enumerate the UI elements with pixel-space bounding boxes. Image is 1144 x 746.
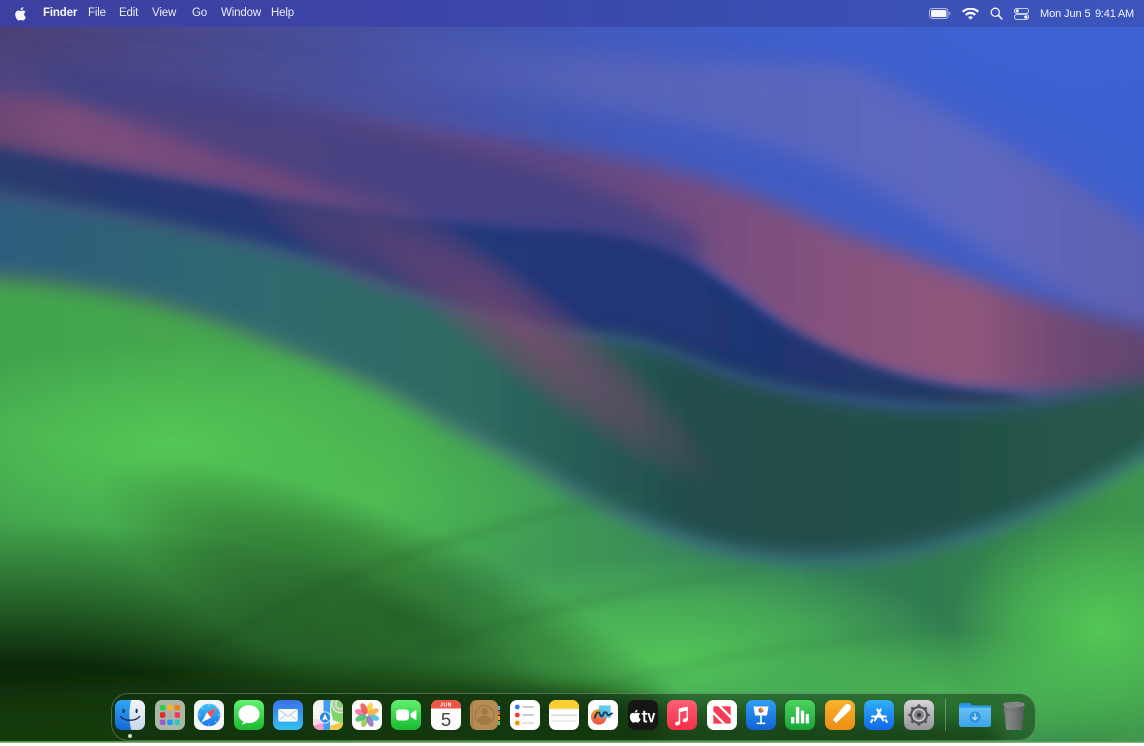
svg-text:5: 5	[441, 709, 451, 730]
svg-text:JUN: JUN	[440, 703, 452, 709]
